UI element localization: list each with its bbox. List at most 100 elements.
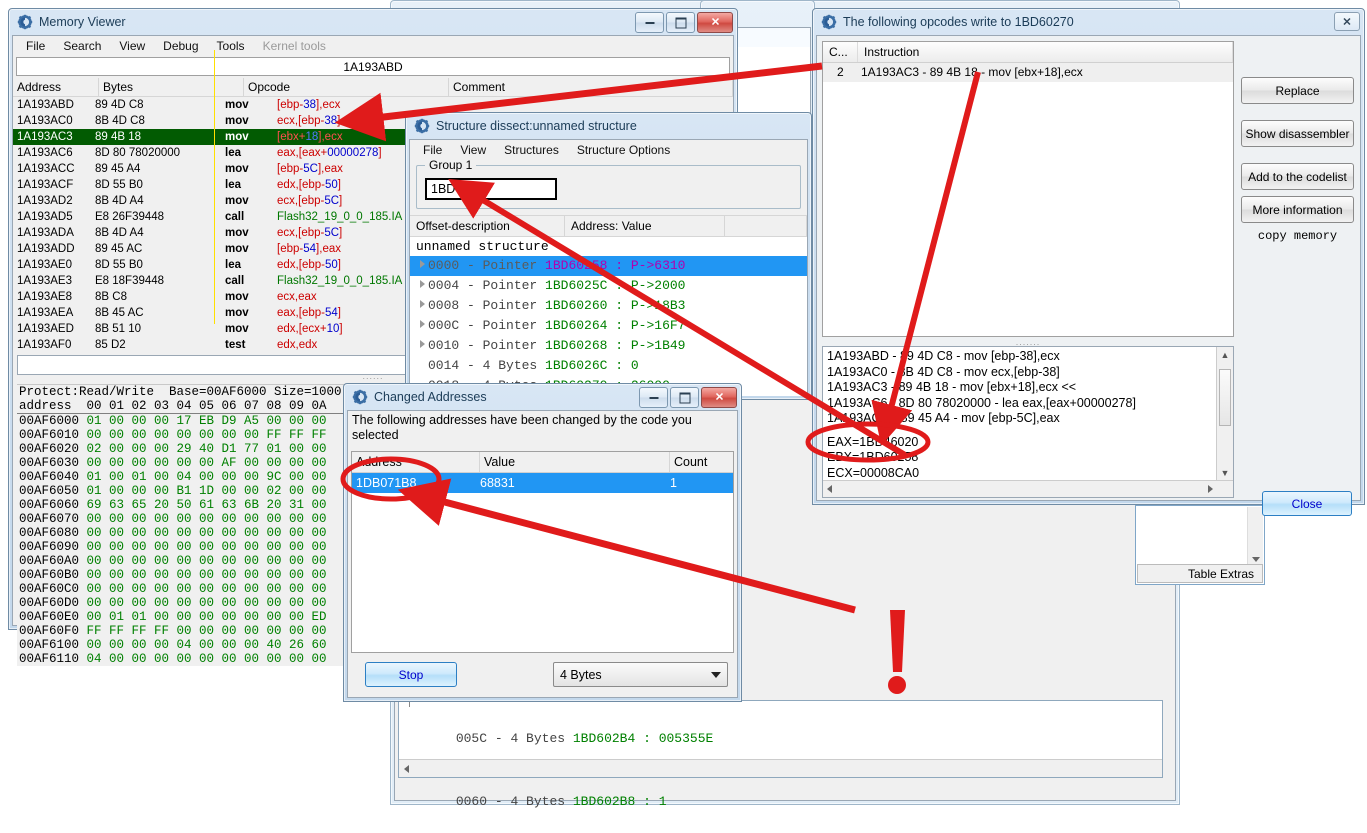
add-to-codelist-button[interactable]: Add to the codelist xyxy=(1241,163,1354,190)
menu-item-view[interactable]: View xyxy=(451,141,495,159)
expand-triangle-icon[interactable] xyxy=(420,340,425,348)
column-header-opcode[interactable]: Opcode xyxy=(244,78,449,96)
cheat-engine-icon xyxy=(821,14,837,30)
structure-dissect-menubar[interactable]: File View Structures Structure Options xyxy=(410,140,807,159)
close-button[interactable]: ✕ xyxy=(1334,12,1360,31)
column-header-address[interactable]: Address xyxy=(13,78,99,96)
more-information-button[interactable]: More information xyxy=(1241,196,1354,223)
disassembly-row-bytes: 8B 4D A4 xyxy=(95,227,144,239)
table-extras-button[interactable]: Table Extras xyxy=(1137,564,1263,583)
menu-item-search[interactable]: Search xyxy=(54,37,110,55)
column-header-instruction[interactable]: Instruction xyxy=(858,42,1233,62)
hex-row-bytes: 00 00 00 00 00 00 00 00 FF FF FF xyxy=(79,428,327,442)
column-header-bytes[interactable]: Bytes xyxy=(99,78,244,96)
structure-row-value: P->2000 xyxy=(630,278,686,293)
menu-item-view[interactable]: View xyxy=(110,37,154,55)
structure-body[interactable]: unnamed structure 0000 - Pointer 1BD6025… xyxy=(410,237,807,396)
column-header-address-value[interactable]: Address: Value xyxy=(565,216,725,236)
column-header-count[interactable]: Count xyxy=(670,452,733,472)
changed-addresses-window[interactable]: Changed Addresses ✕ The following addres… xyxy=(343,383,742,702)
changed-addresses-list[interactable]: Address Value Count 1DB071B8 68831 1 xyxy=(351,451,734,653)
menu-item-structure-options[interactable]: Structure Options xyxy=(568,141,679,159)
disassembly-row-args: edx,[ebp-50] xyxy=(277,259,341,271)
structure-dissect-titlebar[interactable]: Structure dissect:unnamed structure xyxy=(406,113,811,139)
structure-row[interactable]: 0010 - Pointer 1BD60268 : P->1B49 xyxy=(410,336,807,356)
disassembly-header[interactable]: Address Bytes Opcode Comment xyxy=(13,78,733,97)
structure-row[interactable]: 0004 - Pointer 1BD6025C : P->2000 xyxy=(410,276,807,296)
hex-row-bytes: 00 00 00 00 00 00 00 00 00 00 00 xyxy=(79,526,327,540)
address-bar[interactable]: 1A193ABD xyxy=(16,57,730,76)
column-header-count[interactable]: C... xyxy=(823,42,858,62)
changed-addresses-window-buttons[interactable]: ✕ xyxy=(639,387,737,408)
show-disassembler-button-label: Show disassembler xyxy=(1245,126,1350,141)
hex-row-bytes: 00 01 01 00 00 00 00 00 00 00 ED xyxy=(79,610,327,624)
changed-addresses-titlebar[interactable]: Changed Addresses ✕ xyxy=(344,384,741,410)
size-dropdown[interactable]: 4 Bytes xyxy=(553,662,728,687)
minimize-button[interactable] xyxy=(639,387,668,408)
opcode-row[interactable]: 2 1A193AC3 - 89 4B 18 - mov [ebx+18],ecx xyxy=(823,63,1233,82)
menu-item-debug[interactable]: Debug xyxy=(154,37,207,55)
disassembly-registers-panel[interactable]: 1A193ABD - 89 4D C8 - mov [ebp-38],ecx 1A… xyxy=(822,346,1234,498)
minimize-button[interactable] xyxy=(635,12,664,33)
group-1-box: Group 1 xyxy=(416,158,801,209)
expand-triangle-icon[interactable] xyxy=(420,320,425,328)
close-dialog-button[interactable]: Close xyxy=(1262,491,1352,516)
stop-button[interactable]: Stop xyxy=(365,662,457,687)
opcodes-client: C... Instruction 2 1A193AC3 - 89 4B 18 -… xyxy=(816,35,1361,516)
expand-triangle-icon[interactable] xyxy=(420,260,425,268)
disassembly-row-args: [ebp-38],ecx xyxy=(277,99,341,111)
show-disassembler-button[interactable]: Show disassembler xyxy=(1241,120,1354,147)
disassembly-row-bytes: 8B 4D A4 xyxy=(95,195,144,207)
opcodes-titlebar[interactable]: The following opcodes write to 1BD60270 … xyxy=(813,9,1364,35)
column-header-address[interactable]: Address xyxy=(352,452,480,472)
registers-hscrollbar[interactable] xyxy=(823,480,1233,497)
replace-button[interactable]: Replace xyxy=(1241,77,1354,104)
hex-row-address: 00AF6100 xyxy=(19,638,80,652)
structure-row[interactable]: 0000 - Pointer 1BD60258 : P->6310 xyxy=(410,256,807,276)
memory-viewer-menubar[interactable]: File Search View Debug Tools Kernel tool… xyxy=(13,36,733,55)
structure-dissect-window[interactable]: Structure dissect:unnamed structure File… xyxy=(405,112,812,400)
opcode-list-header[interactable]: C... Instruction xyxy=(823,42,1233,63)
disassembly-line: 1A193AC3 - 89 4B 18 - mov [ebx+18],ecx <… xyxy=(827,380,1077,394)
opcodes-window[interactable]: The following opcodes write to 1BD60270 … xyxy=(812,8,1365,516)
memory-viewer-window-buttons[interactable]: ✕ xyxy=(635,12,733,33)
maximize-button[interactable] xyxy=(666,12,695,33)
close-button[interactable]: ✕ xyxy=(697,12,733,33)
opcodes-window-buttons[interactable]: ✕ xyxy=(1334,12,1360,31)
disassembly-row-opcode: call xyxy=(225,211,245,223)
opcodes-splitter[interactable]: ....... xyxy=(822,337,1234,347)
disassembly-row-opcode: mov xyxy=(225,115,249,127)
column-header-offset-description[interactable]: Offset-description xyxy=(410,216,565,236)
column-header-value[interactable]: Value xyxy=(480,452,670,472)
close-button[interactable]: ✕ xyxy=(701,387,737,408)
expand-triangle-icon[interactable] xyxy=(420,300,425,308)
column-header-extra[interactable] xyxy=(725,216,807,236)
column-header-comment[interactable]: Comment xyxy=(449,78,733,96)
menu-item-kernel-tools: Kernel tools xyxy=(262,38,326,53)
bg-struct-hscrollbar[interactable] xyxy=(399,759,1162,777)
changed-addresses-header[interactable]: Address Value Count xyxy=(352,452,733,473)
changed-address-value: 1DB071B8 xyxy=(356,476,417,490)
changed-addresses-row[interactable]: 1DB071B8 68831 1 xyxy=(352,473,733,493)
structure-row[interactable]: 0014 - 4 Bytes 1BD6026C : 0 xyxy=(410,356,807,376)
structure-row[interactable]: 0008 - Pointer 1BD60260 : P->18B3 xyxy=(410,296,807,316)
disassembly-row-address: 1A193ABD xyxy=(17,99,74,111)
registers-vscrollbar[interactable]: ▲ ▼ xyxy=(1216,347,1233,497)
maximize-button[interactable] xyxy=(670,387,699,408)
structure-row[interactable]: 000C - Pointer 1BD60264 : P->16F7 xyxy=(410,316,807,336)
memory-viewer-titlebar[interactable]: Memory Viewer ✕ xyxy=(9,9,737,35)
expand-triangle-icon[interactable] xyxy=(420,280,425,288)
menu-item-file[interactable]: File xyxy=(17,37,54,55)
disassembly-row[interactable]: 1A193ABD 89 4D C8 mov [ebp-38],ecx xyxy=(13,97,733,113)
hex-row-address: 00AF6010 xyxy=(19,428,80,442)
group-1-address-input[interactable] xyxy=(425,178,557,200)
menu-item-structures[interactable]: Structures xyxy=(495,141,568,159)
disassembly-row-bytes: 8B 4D C8 xyxy=(95,115,145,127)
opcode-list[interactable]: C... Instruction 2 1A193AC3 - 89 4B 18 -… xyxy=(822,41,1234,337)
background-table-scrollbar[interactable] xyxy=(1247,507,1263,564)
menu-item-file[interactable]: File xyxy=(414,141,451,159)
bg-struct-row[interactable]: 0060 - 4 Bytes 1BD602B8 : 1 xyxy=(399,770,1162,833)
more-information-button-label: More information xyxy=(1252,202,1343,217)
structure-columns-header[interactable]: Offset-description Address: Value xyxy=(410,215,807,237)
group-1-label: Group 1 xyxy=(425,158,477,172)
